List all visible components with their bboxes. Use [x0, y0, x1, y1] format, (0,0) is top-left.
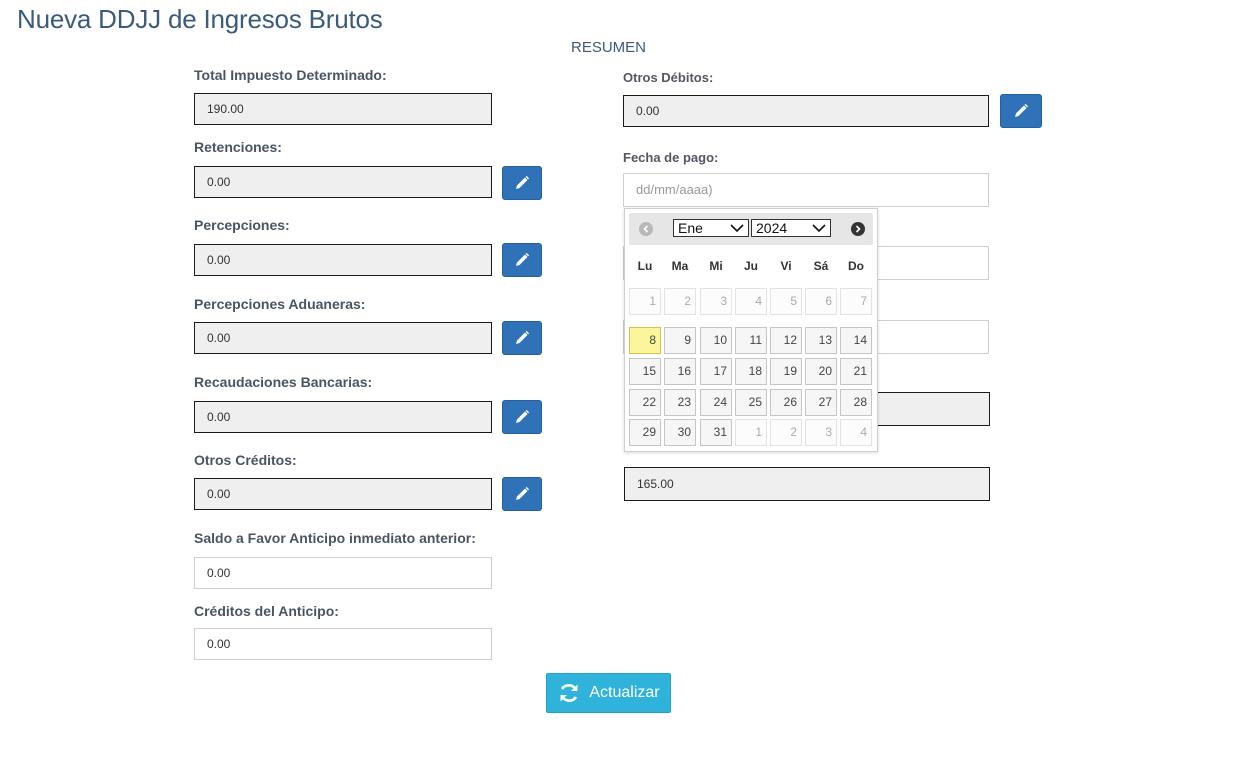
day-cell: 4: [840, 419, 872, 446]
chevron-down-icon: [730, 224, 744, 233]
creditos-anticipo-field[interactable]: 0.00: [194, 628, 492, 660]
datepicker-header: Ene 2024: [629, 213, 873, 245]
pencil-icon: [516, 486, 530, 500]
day-cell: 1: [629, 288, 661, 315]
day-cell[interactable]: 20: [805, 358, 837, 385]
day-cell[interactable]: 25: [735, 389, 767, 416]
day-cell[interactable]: 9: [664, 327, 696, 354]
day-cell[interactable]: 27: [805, 389, 837, 416]
fecha-pago-label: Fecha de pago:: [623, 150, 719, 165]
next-month-button[interactable]: [851, 222, 865, 236]
page-title: Nueva DDJJ de Ingresos Brutos: [17, 4, 383, 34]
day-cell[interactable]: 24: [700, 389, 732, 416]
chevron-left-icon: [643, 225, 649, 233]
month-value: Ene: [678, 220, 703, 236]
recaudaciones-bancarias-label: Recaudaciones Bancarias:: [194, 374, 373, 390]
day-cell[interactable]: 26: [770, 389, 802, 416]
day-cell[interactable]: 30: [664, 419, 696, 446]
day-cell: 5: [770, 288, 802, 315]
saldo-favor-label: Saldo a Favor Anticipo inmediato anterio…: [194, 530, 476, 546]
day-cell[interactable]: 10: [700, 327, 732, 354]
day-cell: 2: [664, 288, 696, 315]
day-cell[interactable]: 21: [840, 358, 872, 385]
weekday-header: Ju: [743, 259, 758, 273]
section-title: RESUMEN: [571, 39, 647, 56]
weekday-header: Ma: [671, 259, 689, 273]
retenciones-field: 0.00: [194, 166, 492, 198]
chevron-down-icon: [812, 224, 826, 233]
day-cell: 4: [735, 288, 767, 315]
day-cell[interactable]: 11: [735, 327, 767, 354]
day-cell: 1: [735, 419, 767, 446]
update-label: Actualizar: [589, 684, 660, 701]
creditos-anticipo-label: Créditos del Anticipo:: [194, 603, 339, 619]
day-cell[interactable]: 29: [629, 419, 661, 446]
otros-creditos-label: Otros Créditos:: [194, 452, 297, 468]
percepciones-label: Percepciones:: [194, 217, 290, 233]
edit-recaudaciones-bancarias-button[interactable]: [502, 400, 542, 434]
edit-percepciones-button[interactable]: [502, 243, 542, 277]
day-cell: 2: [770, 419, 802, 446]
otros-debitos-label: Otros Débitos:: [623, 70, 714, 85]
fecha-pago-input[interactable]: [636, 174, 976, 206]
year-select[interactable]: 2024: [751, 219, 831, 237]
update-button[interactable]: Actualizar: [546, 673, 671, 713]
day-cell[interactable]: 13: [805, 327, 837, 354]
day-cell: 7: [840, 288, 872, 315]
day-cell[interactable]: 31: [700, 419, 732, 446]
refresh-icon: [560, 684, 578, 702]
day-cell[interactable]: 14: [840, 327, 872, 354]
day-cell[interactable]: 18: [735, 358, 767, 385]
weekday-header: Mi: [709, 259, 723, 273]
pencil-icon: [1015, 103, 1029, 117]
day-cell[interactable]: 23: [664, 389, 696, 416]
recaudaciones-bancarias-field: 0.00: [194, 401, 492, 433]
edit-percepciones-aduaneras-button[interactable]: [502, 321, 542, 355]
percepciones-field: 0.00: [194, 244, 492, 276]
pencil-icon: [516, 175, 530, 189]
day-cell[interactable]: 15: [629, 358, 661, 385]
total-impuesto-field: 190.00: [194, 93, 492, 125]
pencil-icon: [516, 330, 530, 344]
day-cell[interactable]: 28: [840, 389, 872, 416]
total-impuesto-label: Total Impuesto Determinado:: [194, 67, 387, 83]
day-cell[interactable]: 16: [664, 358, 696, 385]
day-cell[interactable]: 19: [770, 358, 802, 385]
retenciones-label: Retenciones:: [194, 139, 282, 155]
day-cell[interactable]: 22: [629, 389, 661, 416]
chevron-right-icon: [855, 225, 861, 233]
month-select[interactable]: Ene: [673, 219, 749, 237]
percepciones-aduaneras-label: Percepciones Aduaneras:: [194, 296, 366, 312]
day-cell: 3: [805, 419, 837, 446]
day-cell[interactable]: 12: [770, 327, 802, 354]
day-cell[interactable]: 8: [629, 327, 661, 354]
weekday-header: Sá: [813, 259, 829, 273]
pencil-icon: [516, 252, 530, 266]
edit-otros-debitos-button[interactable]: [1000, 94, 1042, 128]
fecha-pago-field[interactable]: [623, 173, 989, 207]
weekday-header: Vi: [780, 259, 792, 273]
year-value: 2024: [756, 220, 788, 236]
saldo-favor-field[interactable]: 0.00: [194, 557, 492, 589]
datepicker: Ene 2024 Lu Ma Mi Ju Vi Sá Do 1 2 3 4 5 6 7 8 9 10 11 12 1…: [624, 208, 878, 452]
day-cell: 3: [700, 288, 732, 315]
edit-retenciones-button[interactable]: [502, 166, 542, 200]
percepciones-aduaneras-field: 0.00: [194, 322, 492, 354]
otros-debitos-field: 0.00: [623, 95, 989, 127]
weekday-header: Do: [848, 259, 864, 273]
edit-otros-creditos-button[interactable]: [502, 477, 542, 511]
otros-creditos-field: 0.00: [194, 478, 492, 510]
weekday-header: Lu: [637, 259, 653, 273]
total-field: 165.00: [624, 467, 990, 501]
prev-month-button[interactable]: [639, 222, 653, 236]
day-cell[interactable]: 17: [700, 358, 732, 385]
pencil-icon: [516, 409, 530, 423]
day-cell: 6: [805, 288, 837, 315]
